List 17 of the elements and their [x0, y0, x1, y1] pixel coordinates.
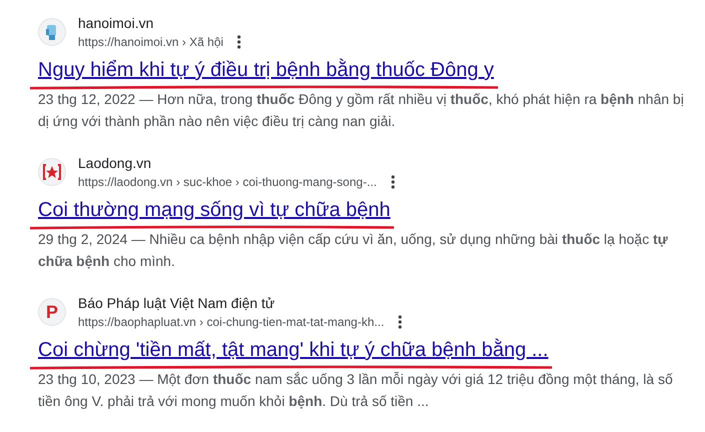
- url-breadcrumb: https://hanoimoi.vn › Xã hội: [78, 34, 224, 51]
- logo-letter: P: [46, 303, 58, 321]
- result-snippet: 23 thg 12, 2022 — Hơn nữa, trong thuốc Đông y gồm rất nhiều vị thuốc, khó phát hiện ra bệnh nhân bị dị ứng với thành phần nào nên việc điều trị càng nan giải.: [38, 90, 685, 131]
- result-snippet: 23 thg 10, 2023 — Một đơn thuốc nam sắc uống 3 lần mỗi ngày với giá 12 triệu đồng một tháng, là số tiền ông V. phải trả với mong muốn khỏi bệnh. Dù trả số tiền ...: [38, 370, 674, 411]
- result-snippet: 29 thg 2, 2024 — Nhiều ca bệnh nhập viện cấp cứu vì ăn, uống, sử dụng những bài thuốc lạ hoặc tự chữa bệnh cho mình.: [38, 230, 669, 271]
- site-name: Báo Pháp luật Việt Nam điện tử: [78, 294, 276, 313]
- url-breadcrumb: https://laodong.vn › suc-khoe › coi-thuong-mang-song-...: [78, 174, 377, 191]
- more-icon[interactable]: [398, 315, 402, 329]
- site-name: Laodong.vn: [78, 154, 152, 173]
- star-icon: [42, 162, 62, 182]
- url-breadcrumb: https://baophapluat.vn › coi-chung-tien-mat-tat-mang-kh...: [78, 314, 384, 331]
- result-title-link[interactable]: Coi thường mạng sống vì tự chữa bệnh: [38, 199, 390, 221]
- more-icon[interactable]: [390, 175, 395, 189]
- site-name: hanoimoi.vn: [78, 14, 154, 33]
- result-title-link[interactable]: Nguy hiểm khi tự ý điều trị bệnh bằng thuốc Đông y: [38, 59, 494, 81]
- more-icon[interactable]: [237, 35, 242, 49]
- result-title-link[interactable]: Coi chừng 'tiền mất, tật mang' khi tự ý chữa bệnh bằng ...: [38, 339, 548, 361]
